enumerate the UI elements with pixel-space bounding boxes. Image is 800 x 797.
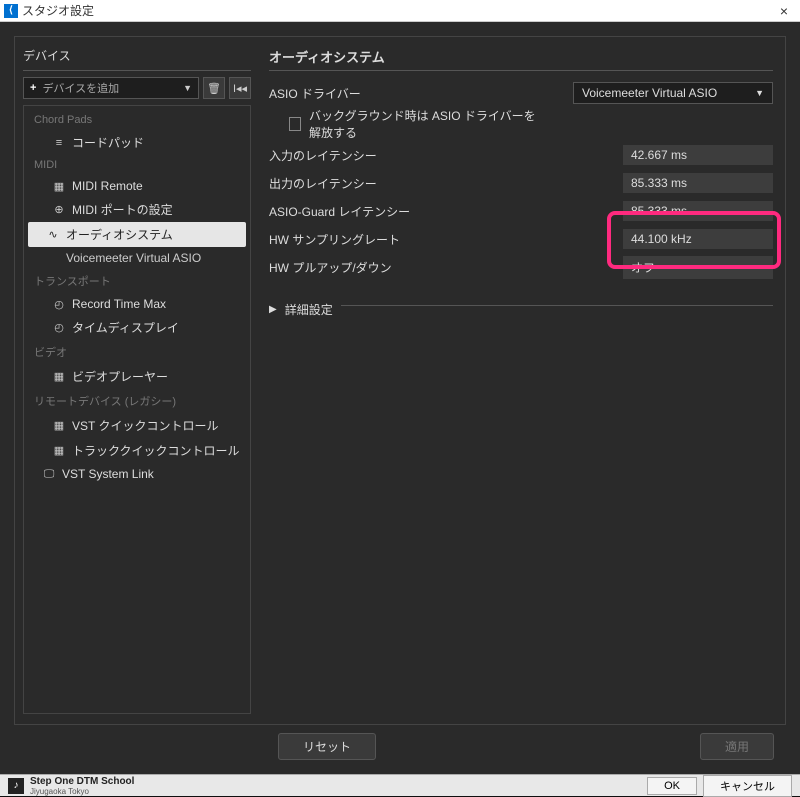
globe-icon: ⊕ — [52, 203, 66, 217]
tree-label: オーディオシステム — [66, 226, 173, 243]
tree-label: タイムディスプレイ — [72, 319, 179, 336]
tree-item-vst-quick[interactable]: ▦ VST クイックコントロール — [24, 413, 250, 438]
reset-order-button[interactable]: I◂◂ — [229, 77, 251, 99]
tree-item-vst-system-link[interactable]: 🖵 VST System Link — [24, 463, 250, 485]
tree-label: コードパッド — [72, 134, 144, 151]
group-video: ビデオ — [24, 340, 250, 364]
hw-pullup-value: オフ — [623, 256, 773, 279]
tree-item-chord-pad[interactable]: ≡ コードパッド — [24, 130, 250, 155]
os-task-bar: ♪ Step One DTM School Jiyugaoka Tokyo OK… — [0, 774, 800, 796]
tree-label: トラッククイックコントロール — [72, 442, 240, 459]
sidebar: デバイス + デバイスを追加 ▼ 🗑 I◂◂ Chord Pads ≡ コード — [15, 37, 257, 724]
plus-icon: + — [30, 82, 36, 94]
tree-item-time-display[interactable]: ◴ タイムディスプレイ — [24, 315, 250, 340]
hw-sample-rate-label: HW サンプリングレート — [269, 231, 539, 248]
main-content: オーディオシステム ASIO ドライバー Voicemeeter Virtual… — [257, 37, 785, 724]
tree-label: VST クイックコントロール — [72, 417, 218, 434]
caret-down-icon: ▼ — [755, 88, 764, 98]
brand-sub: Jiyugaoka Tokyo — [30, 787, 134, 796]
tree-label: Record Time Max — [72, 297, 166, 311]
bg-release-label: バックグラウンド時は ASIO ドライバーを解放する — [309, 107, 539, 141]
brand-icon: ♪ — [8, 778, 24, 794]
output-latency-label: 出力のレイテンシー — [269, 175, 539, 192]
tree-label: MIDI ポートの設定 — [72, 201, 173, 218]
advanced-settings-toggle[interactable]: ▶ 詳細設定 — [269, 301, 773, 318]
tree-item-video-player[interactable]: ▦ ビデオプレーヤー — [24, 364, 250, 389]
add-device-label: デバイスを追加 — [42, 80, 119, 96]
add-device-dropdown[interactable]: + デバイスを追加 ▼ — [23, 77, 199, 99]
tree-item-audio-system[interactable]: オーディオシステム — [28, 222, 246, 247]
device-icon: ▦ — [52, 419, 66, 433]
sidebar-header: デバイス — [23, 47, 251, 64]
rewind-icon: I◂◂ — [233, 82, 247, 95]
brand-name: Step One DTM School — [30, 776, 134, 787]
advanced-label: 詳細設定 — [285, 301, 333, 318]
studio-setup-window: ⟨ スタジオ設定 × デバイス + デバイスを追加 ▼ 🗑 I◂◂ — [0, 0, 800, 796]
midi-remote-icon: ▦ — [52, 179, 66, 193]
tree-label: Voicemeeter Virtual ASIO — [66, 251, 201, 265]
group-remote: リモートデバイス (レガシー) — [24, 389, 250, 413]
tree-label: ビデオプレーヤー — [72, 368, 168, 385]
asio-driver-dropdown[interactable]: Voicemeeter Virtual ASIO ▼ — [573, 82, 773, 104]
close-button[interactable]: × — [772, 3, 796, 19]
body: デバイス + デバイスを追加 ▼ 🗑 I◂◂ Chord Pads ≡ コード — [0, 22, 800, 774]
group-midi: MIDI — [24, 155, 250, 175]
clock-icon: ◴ — [52, 321, 66, 335]
reset-button[interactable]: リセット — [278, 733, 376, 760]
asio-guard-label: ASIO-Guard レイテンシー — [269, 203, 539, 220]
tree-item-midi-remote[interactable]: ▦ MIDI Remote — [24, 175, 250, 197]
device-icon: ▦ — [52, 444, 66, 458]
caret-down-icon: ▼ — [183, 83, 192, 93]
trash-icon: 🗑 — [207, 82, 221, 95]
cancel-button[interactable]: キャンセル — [703, 775, 792, 797]
window-title: スタジオ設定 — [22, 2, 94, 19]
triangle-right-icon: ▶ — [269, 304, 277, 315]
titlebar: ⟨ スタジオ設定 × — [0, 0, 800, 22]
tree-label: VST System Link — [62, 467, 154, 481]
input-latency-value: 42.667 ms — [623, 145, 773, 165]
asio-guard-value: 85.333 ms — [623, 201, 773, 221]
hw-pullup-label: HW プルアップ/ダウン — [269, 259, 539, 276]
tree-item-voicemeeter[interactable]: Voicemeeter Virtual ASIO — [24, 247, 250, 269]
brand-logo: ♪ Step One DTM School Jiyugaoka Tokyo — [8, 776, 134, 796]
app-icon: ⟨ — [4, 4, 18, 18]
clock-icon: ◴ — [52, 297, 66, 311]
asio-driver-label: ASIO ドライバー — [269, 85, 539, 102]
dropdown-value: Voicemeeter Virtual ASIO — [582, 86, 717, 100]
bg-release-checkbox[interactable] — [289, 117, 301, 131]
tree-item-record-time-max[interactable]: ◴ Record Time Max — [24, 293, 250, 315]
panel: デバイス + デバイスを追加 ▼ 🗑 I◂◂ Chord Pads ≡ コード — [14, 36, 786, 725]
film-icon: ▦ — [52, 370, 66, 384]
group-transport: トランスポート — [24, 269, 250, 293]
main-title: オーディオシステム — [269, 47, 773, 66]
footer-buttons: リセット 適用 — [14, 725, 786, 760]
input-latency-label: 入力のレイテンシー — [269, 147, 539, 164]
apply-button[interactable]: 適用 — [700, 733, 774, 760]
group-chord-pads: Chord Pads — [24, 110, 250, 130]
monitor-icon: 🖵 — [42, 467, 56, 481]
tree-item-track-quick[interactable]: ▦ トラッククイックコントロール — [24, 438, 250, 463]
output-latency-value: 85.333 ms — [623, 173, 773, 193]
waveform-icon — [46, 228, 60, 242]
ok-button[interactable]: OK — [647, 777, 697, 795]
delete-button[interactable]: 🗑 — [203, 77, 225, 99]
tree-label: MIDI Remote — [72, 179, 143, 193]
tree-item-midi-port[interactable]: ⊕ MIDI ポートの設定 — [24, 197, 250, 222]
hw-sample-rate-value: 44.100 kHz — [623, 229, 773, 249]
chord-icon: ≡ — [52, 136, 66, 150]
device-tree: Chord Pads ≡ コードパッド MIDI ▦ MIDI Remote ⊕… — [23, 105, 251, 714]
